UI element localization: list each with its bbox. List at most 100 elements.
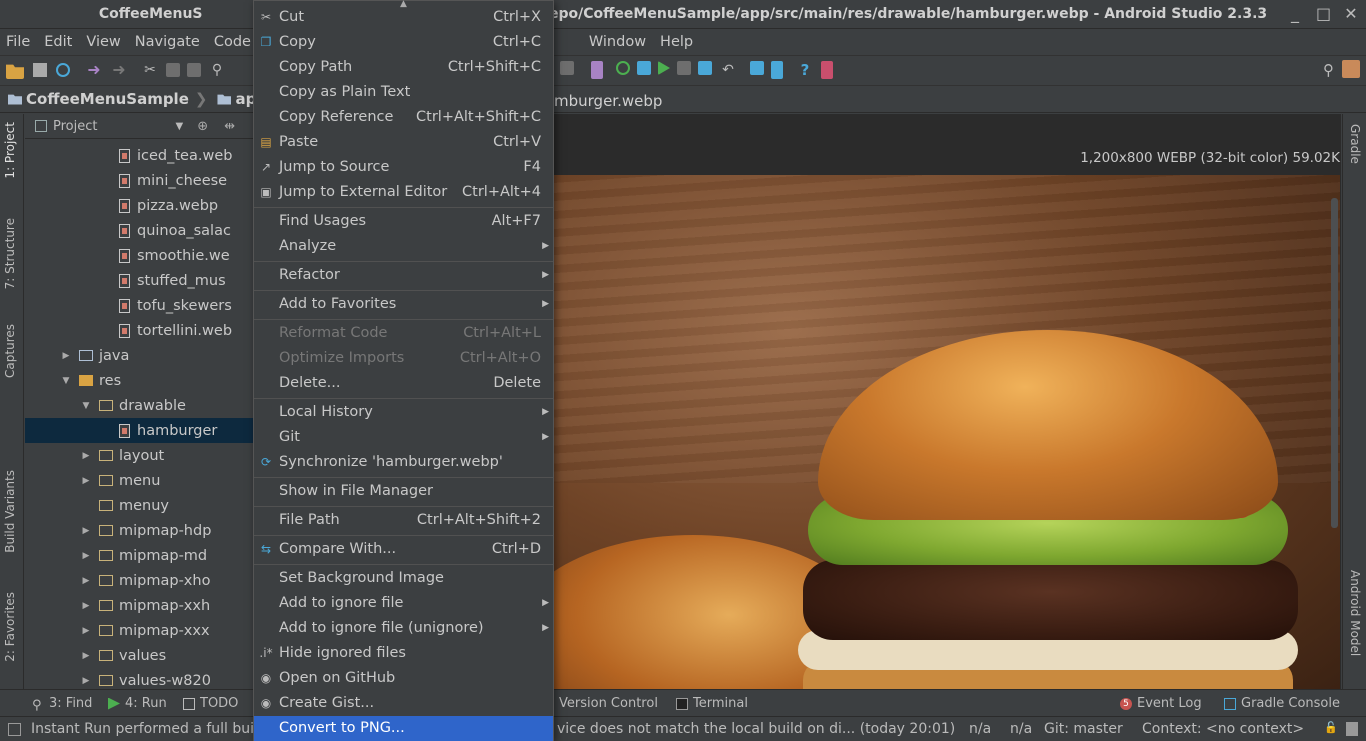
chevron-right-icon[interactable]: ▶ — [81, 601, 91, 611]
user-avatar-icon[interactable] — [1342, 60, 1360, 78]
tab-gradle[interactable]: Gradle — [1348, 124, 1362, 164]
editor-scrollbar[interactable] — [1331, 198, 1338, 528]
tree-row[interactable]: mini_cheese — [25, 168, 253, 193]
menu-item-delete[interactable]: Delete... Delete — [254, 371, 553, 396]
save-all-icon[interactable] — [31, 61, 49, 79]
version-control-tool-button[interactable]: Version Control — [559, 696, 658, 711]
menu-item-compare-with[interactable]: ⇆ Compare With... Ctrl+D — [254, 537, 553, 562]
tree-row[interactable]: ▶ mipmap-xxx — [25, 618, 253, 643]
chevron-down-icon[interactable]: ▼ — [61, 376, 71, 386]
chevron-right-icon[interactable]: ▶ — [81, 651, 91, 661]
android-device-monitor-icon[interactable] — [821, 61, 833, 79]
avd-manager-icon[interactable] — [591, 61, 603, 79]
breadcrumb-file[interactable]: mburger.webp — [554, 92, 662, 110]
tree-row[interactable]: tortellini.web — [25, 318, 253, 343]
git-branch-widget[interactable]: Git: master — [1044, 721, 1123, 737]
gradle-console-tool-button[interactable]: Gradle Console — [1224, 696, 1340, 711]
tree-row[interactable]: ▼ res — [25, 368, 253, 393]
menu-item-cut[interactable]: ✂ Cut Ctrl+X — [254, 5, 553, 30]
menu-item-create-gist[interactable]: ◉ Create Gist... — [254, 691, 553, 716]
menu-item-analyze[interactable]: Analyze ▶ — [254, 234, 553, 259]
tree-row[interactable]: ▶ values-w820 — [25, 668, 253, 689]
memory-indicator-icon[interactable] — [1346, 722, 1358, 736]
tree-row[interactable]: smoothie.we — [25, 243, 253, 268]
terminal-tool-button[interactable]: Terminal — [676, 696, 748, 711]
tree-row[interactable]: ▶ values — [25, 643, 253, 668]
menu-navigate[interactable]: Navigate — [135, 34, 200, 50]
forward-icon[interactable]: ➜ — [110, 61, 128, 79]
project-view-selector[interactable]: Project — [53, 119, 97, 134]
tree-row[interactable]: ▶ java — [25, 343, 253, 368]
project-structure-icon[interactable] — [750, 61, 764, 75]
run-tool-button[interactable]: 4: Run — [108, 696, 167, 711]
cut-toolbar-icon[interactable]: ✂ — [141, 61, 159, 79]
chevron-right-icon[interactable]: ▶ — [81, 476, 91, 486]
panel-options-icon[interactable]: ⊕ ⇹ — [197, 119, 241, 134]
maximize-button[interactable]: □ — [1316, 4, 1331, 23]
search-everywhere-icon[interactable]: ⚲ — [1323, 61, 1334, 79]
tree-row[interactable]: iced_tea.web — [25, 143, 253, 168]
lock-icon[interactable]: 🔓 — [1324, 721, 1338, 734]
find-tool-button[interactable]: ⚲ 3: Find — [32, 696, 92, 713]
tool-windows-toggle-icon[interactable] — [8, 723, 21, 736]
tree-row[interactable]: ▶ menu — [25, 468, 253, 493]
menu-item-copy-as-plain-text[interactable]: Copy as Plain Text — [254, 80, 553, 105]
tree-row[interactable]: ▼ drawable — [25, 393, 253, 418]
copy-toolbar-icon[interactable] — [166, 63, 180, 77]
tree-row[interactable]: ▶ layout — [25, 443, 253, 468]
paste-toolbar-icon[interactable] — [187, 63, 201, 77]
menu-item-open-on-github[interactable]: ◉ Open on GitHub — [254, 666, 553, 691]
tree-row[interactable]: ▶ mipmap-xxh — [25, 593, 253, 618]
tab-build-variants[interactable]: Build Variants — [3, 470, 17, 553]
tab-structure[interactable]: 7: Structure — [3, 218, 17, 289]
close-button[interactable]: ✕ — [1344, 4, 1358, 23]
menu-help[interactable]: Help — [660, 34, 693, 50]
chevron-right-icon[interactable]: ▶ — [81, 451, 91, 461]
menu-view[interactable]: View — [86, 34, 120, 50]
vcs-commit-icon[interactable] — [658, 61, 670, 75]
menu-item-synchronize-hamburger-webp[interactable]: ⟳ Synchronize 'hamburger.webp' — [254, 450, 553, 475]
tree-row[interactable]: hamburger — [25, 418, 253, 443]
tree-row[interactable]: tofu_skewers — [25, 293, 253, 318]
menu-item-paste[interactable]: ▤ Paste Ctrl+V — [254, 130, 553, 155]
synchronize-icon[interactable] — [56, 63, 70, 77]
context-widget[interactable]: Context: <no context> — [1142, 721, 1304, 737]
menu-item-copy-path[interactable]: Copy Path Ctrl+Shift+C — [254, 55, 553, 80]
chevron-down-icon[interactable]: ▼ — [175, 121, 183, 132]
tree-row[interactable]: pizza.webp — [25, 193, 253, 218]
open-folder-icon[interactable] — [6, 64, 24, 79]
menu-item-find-usages[interactable]: Find Usages Alt+F7 — [254, 209, 553, 234]
menu-item-refactor[interactable]: Refactor ▶ — [254, 263, 553, 288]
chevron-right-icon[interactable]: ▶ — [81, 676, 91, 686]
menu-item-local-history[interactable]: Local History ▶ — [254, 400, 553, 425]
menu-item-file-path[interactable]: File Path Ctrl+Alt+Shift+2 — [254, 508, 553, 533]
chevron-down-icon[interactable]: ▼ — [81, 401, 91, 411]
stop-icon[interactable] — [560, 61, 574, 75]
menu-item-jump-to-external-editor[interactable]: ▣ Jump to External Editor Ctrl+Alt+4 — [254, 180, 553, 205]
menu-file[interactable]: File — [6, 34, 30, 50]
chevron-right-icon[interactable]: ▶ — [81, 526, 91, 536]
menu-window[interactable]: Window — [589, 34, 646, 50]
chevron-right-icon[interactable]: ▶ — [81, 551, 91, 561]
menu-item-set-background-image[interactable]: Set Background Image — [254, 566, 553, 591]
status-message-left[interactable]: Instant Run performed a full bui — [31, 721, 254, 737]
menu-item-show-in-file-manager[interactable]: Show in File Manager — [254, 479, 553, 504]
menu-item-jump-to-source[interactable]: ↗ Jump to Source F4 — [254, 155, 553, 180]
find-toolbar-icon[interactable]: ⚲ — [208, 61, 226, 79]
menu-item-git[interactable]: Git ▶ — [254, 425, 553, 450]
breadcrumb-project[interactable]: CoffeeMenuSample ❯ — [8, 90, 207, 108]
minimize-button[interactable]: _ — [1288, 4, 1302, 23]
menu-item-add-to-ignore-file-unignore[interactable]: Add to ignore file (unignore) ▶ — [254, 616, 553, 641]
menu-item-hide-ignored-files[interactable]: .i* Hide ignored files — [254, 641, 553, 666]
menu-item-add-to-ignore-file[interactable]: Add to ignore file ▶ — [254, 591, 553, 616]
tree-row[interactable]: quinoa_salac — [25, 218, 253, 243]
menu-code[interactable]: Code — [214, 34, 251, 50]
help-icon[interactable]: ? — [796, 61, 814, 79]
menu-item-copy[interactable]: ❐ Copy Ctrl+C — [254, 30, 553, 55]
status-message-right[interactable]: vice does not match the local build on d… — [557, 721, 955, 737]
vcs-update-icon[interactable] — [637, 61, 651, 75]
tab-android-model[interactable]: Android Model — [1348, 570, 1362, 656]
todo-tool-button[interactable]: TODO — [183, 696, 238, 711]
tab-favorites[interactable]: 2: Favorites — [3, 592, 17, 662]
tree-row[interactable]: stuffed_mus — [25, 268, 253, 293]
